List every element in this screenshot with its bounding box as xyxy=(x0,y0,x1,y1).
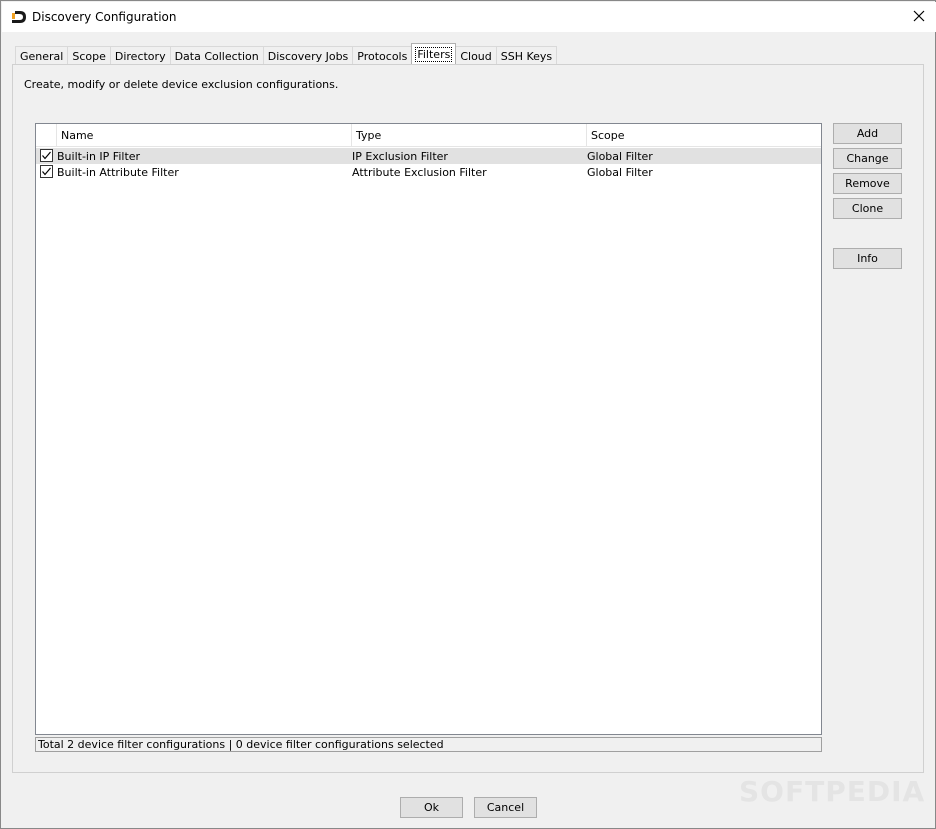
tab-strip: General Scope Directory Data Collection … xyxy=(15,43,558,65)
column-header-type[interactable]: Type xyxy=(352,124,587,147)
row-name: Built-in Attribute Filter xyxy=(57,165,179,179)
row-scope: Global Filter xyxy=(587,149,653,163)
row-name: Built-in IP Filter xyxy=(57,149,141,163)
filters-table[interactable]: Name Type Scope Built-in IP Filter IP Ex… xyxy=(35,123,822,735)
softpedia-watermark: SOFTPEDIA xyxy=(739,775,926,808)
tab-filters[interactable]: Filters xyxy=(411,43,457,64)
close-button[interactable] xyxy=(902,2,936,32)
tab-cloud[interactable]: Cloud xyxy=(455,46,497,65)
tab-protocols[interactable]: Protocols xyxy=(352,46,413,65)
column-header-name[interactable]: Name xyxy=(57,124,352,147)
table-row[interactable]: Built-in Attribute Filter Attribute Excl… xyxy=(36,164,821,180)
tab-general[interactable]: General xyxy=(15,46,69,65)
column-header-scope[interactable]: Scope xyxy=(587,124,821,147)
checkmark-icon xyxy=(42,167,51,176)
close-icon xyxy=(913,10,925,25)
table-header: Name Type Scope xyxy=(36,124,821,147)
dialog-window: Discovery Configuration General Scope Di… xyxy=(0,0,936,829)
table-status-bar: Total 2 device filter configurations | 0… xyxy=(35,737,822,752)
row-checkbox[interactable] xyxy=(40,149,53,162)
remove-button[interactable]: Remove xyxy=(833,173,902,194)
tab-scope[interactable]: Scope xyxy=(67,46,111,65)
title-bar: Discovery Configuration xyxy=(2,2,936,32)
tab-discovery-jobs[interactable]: Discovery Jobs xyxy=(262,46,354,65)
panel-description: Create, modify or delete device exclusio… xyxy=(24,78,339,91)
row-checkbox[interactable] xyxy=(40,165,53,178)
table-row[interactable]: Built-in IP Filter IP Exclusion Filter G… xyxy=(36,148,821,164)
tab-directory[interactable]: Directory xyxy=(109,46,171,65)
clone-button[interactable]: Clone xyxy=(833,198,902,219)
window-title: Discovery Configuration xyxy=(32,10,177,24)
tab-ssh-keys[interactable]: SSH Keys xyxy=(495,46,558,65)
row-scope: Global Filter xyxy=(587,165,653,179)
row-type: Attribute Exclusion Filter xyxy=(352,165,487,179)
filters-panel: Create, modify or delete device exclusio… xyxy=(12,64,924,773)
info-button[interactable]: Info xyxy=(833,248,902,269)
tab-data-collection[interactable]: Data Collection xyxy=(169,46,264,65)
cancel-button[interactable]: Cancel xyxy=(474,797,537,818)
add-button[interactable]: Add xyxy=(833,123,902,144)
ok-button[interactable]: Ok xyxy=(400,797,463,818)
change-button[interactable]: Change xyxy=(833,148,902,169)
row-type: IP Exclusion Filter xyxy=(352,149,448,163)
checkmark-icon xyxy=(42,151,51,160)
app-logo-icon xyxy=(11,9,27,25)
checkbox-column-header xyxy=(36,124,57,147)
